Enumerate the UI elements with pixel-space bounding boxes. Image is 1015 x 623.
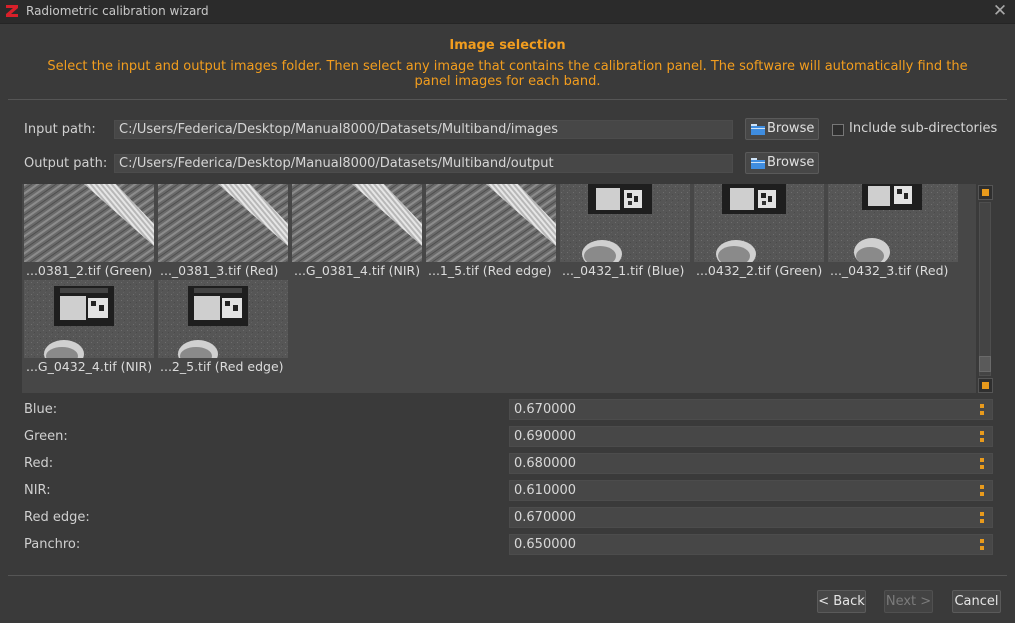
output-path-label: Output path:: [24, 156, 108, 171]
panel-image: [828, 184, 958, 262]
band-value-blue[interactable]: 0.670000: [509, 399, 993, 420]
image-thumbnail[interactable]: ...G_0381_4.tif (NIR): [292, 184, 422, 280]
browse-label: Browse: [767, 121, 815, 136]
include-subdirectories-checkbox[interactable]: [832, 124, 844, 136]
output-path-field[interactable]: [114, 154, 733, 173]
cancel-button[interactable]: Cancel: [952, 590, 1001, 613]
thumbnail-caption: ...G_0432_4.tif (NIR): [26, 359, 153, 374]
scroll-up-button[interactable]: [978, 185, 993, 200]
band-label-red-edge: Red edge:: [24, 510, 90, 525]
image-thumbnail[interactable]: ..._0432_1.tif (Blue): [560, 184, 690, 280]
app-logo-icon: [6, 5, 18, 17]
output-browse-button[interactable]: Browse: [745, 152, 819, 174]
section-instructions: Select the input and output images folde…: [47, 59, 968, 89]
spin-value: 0.670000: [514, 510, 577, 525]
spin-value: 0.690000: [514, 429, 577, 444]
band-label-blue: Blue:: [24, 402, 58, 417]
band-label-green: Green:: [24, 429, 68, 444]
window-title: Radiometric calibration wizard: [26, 4, 209, 18]
thumbnail-caption: ...0381_2.tif (Green): [26, 263, 153, 278]
band-label-panchro: Panchro:: [24, 537, 81, 552]
image-thumbnail[interactable]: ..._0432_3.tif (Red): [828, 184, 958, 280]
next-button[interactable]: Next >: [884, 590, 933, 613]
panel-image: [560, 184, 690, 262]
spin-arrows-icon[interactable]: [980, 511, 986, 525]
input-browse-button[interactable]: Browse: [745, 118, 819, 140]
image-thumbnail[interactable]: ...1_5.tif (Red edge): [426, 184, 556, 280]
spin-value: 0.670000: [514, 402, 577, 417]
folder-icon: [751, 124, 765, 135]
input-path-label: Input path:: [24, 122, 96, 137]
band-value-nir[interactable]: 0.610000: [509, 480, 993, 501]
title-bar: Radiometric calibration wizard ✕: [0, 0, 1015, 24]
panel-image: [24, 280, 154, 358]
thumbnail-caption: ...1_5.tif (Red edge): [428, 263, 552, 278]
input-path-field[interactable]: [114, 120, 733, 139]
scroll-track[interactable]: [979, 202, 991, 376]
spin-arrows-icon[interactable]: [980, 538, 986, 552]
image-thumbnail[interactable]: ...2_5.tif (Red edge): [158, 280, 288, 376]
image-thumbnail[interactable]: ...0432_2.tif (Green): [694, 184, 824, 280]
band-value-red-edge[interactable]: 0.670000: [509, 507, 993, 528]
back-button[interactable]: < Back: [817, 590, 866, 613]
close-icon: ✕: [992, 1, 1008, 21]
thumbnail-caption: ...G_0381_4.tif (NIR): [294, 263, 421, 278]
thumbnail-caption: ...0432_2.tif (Green): [696, 263, 823, 278]
band-value-panchro[interactable]: 0.650000: [509, 534, 993, 555]
scroll-thumb[interactable]: [979, 356, 991, 372]
image-thumbnail[interactable]: ...0381_2.tif (Green): [24, 184, 154, 280]
band-value-green[interactable]: 0.690000: [509, 426, 993, 447]
band-label-nir: NIR:: [24, 483, 51, 498]
scroll-up-icon: [982, 189, 989, 196]
spin-value: 0.610000: [514, 483, 577, 498]
section-heading: Image selection: [449, 38, 566, 53]
field-image: [158, 184, 288, 262]
panel-image: [158, 280, 288, 358]
band-value-red[interactable]: 0.680000: [509, 453, 993, 474]
panel-image: [694, 184, 824, 262]
scroll-down-button[interactable]: [978, 378, 993, 393]
browse-label: Browse: [767, 155, 815, 170]
spin-value: 0.680000: [514, 456, 577, 471]
header-divider: [8, 99, 1007, 100]
thumbnail-caption: ..._0432_3.tif (Red): [830, 263, 949, 278]
spin-value: 0.650000: [514, 537, 577, 552]
close-button[interactable]: ✕: [991, 2, 1009, 20]
thumbnail-caption: ..._0381_3.tif (Red): [160, 263, 279, 278]
footer-divider: [8, 575, 1007, 576]
spin-arrows-icon[interactable]: [980, 457, 986, 471]
scroll-down-icon: [982, 382, 989, 389]
image-thumbnail[interactable]: ..._0381_3.tif (Red): [158, 184, 288, 280]
folder-icon: [751, 158, 765, 169]
image-thumbnail[interactable]: ...G_0432_4.tif (NIR): [24, 280, 154, 376]
spin-arrows-icon[interactable]: [980, 484, 986, 498]
spin-arrows-icon[interactable]: [980, 403, 986, 417]
include-subdirectories-label: Include sub-directories: [849, 121, 998, 136]
field-image: [426, 184, 556, 262]
thumbnail-caption: ...2_5.tif (Red edge): [160, 359, 284, 374]
band-label-red: Red:: [24, 456, 54, 471]
field-image: [24, 184, 154, 262]
image-gallery: ...0381_2.tif (Green) ..._0381_3.tif (Re…: [22, 184, 976, 393]
spin-arrows-icon[interactable]: [980, 430, 986, 444]
field-image: [292, 184, 422, 262]
thumbnail-caption: ..._0432_1.tif (Blue): [562, 263, 685, 278]
